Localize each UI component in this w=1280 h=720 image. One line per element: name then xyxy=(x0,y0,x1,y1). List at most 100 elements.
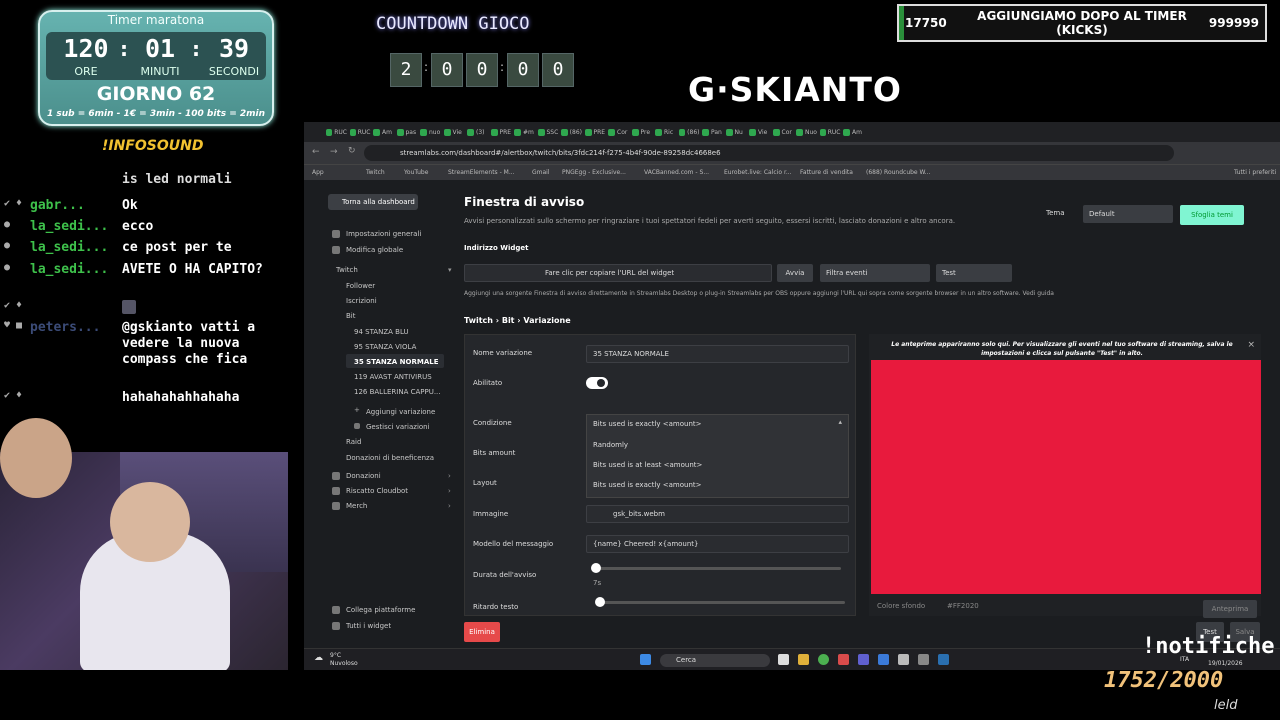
chat-username[interactable]: la_sedi... xyxy=(30,240,108,255)
bg-color-value[interactable]: #FF2020 xyxy=(947,602,979,610)
sidebar-item-iscrizioni[interactable]: Iscrizioni xyxy=(346,297,377,305)
bookmark[interactable]: VACBanned.com - S... xyxy=(644,169,709,176)
duration-slider[interactable] xyxy=(591,563,841,573)
preview-button[interactable]: Anteprima xyxy=(1203,600,1257,618)
taskbar-search[interactable]: Cerca xyxy=(660,654,770,667)
sidebar-item-riscatto[interactable]: Riscatto Cloudbot xyxy=(332,487,408,495)
chevron-right-icon[interactable]: › xyxy=(448,502,451,510)
browser-tab[interactable]: Nuo xyxy=(796,125,817,139)
bookmark[interactable]: Eurobet.live: Calcio r... xyxy=(724,169,792,176)
browser-tab[interactable]: PRE xyxy=(584,125,606,139)
chat-username[interactable]: la_sedi... xyxy=(30,219,108,234)
bookmark[interactable]: (688) Roundcube W... xyxy=(866,169,931,176)
sidebar-item-donazioni-beneficenza[interactable]: Donazioni di beneficenza xyxy=(346,454,434,462)
discord-icon[interactable] xyxy=(858,654,869,665)
browser-tab[interactable]: (86) xyxy=(561,125,582,139)
browser-tab[interactable]: Pre xyxy=(631,125,653,139)
chevron-right-icon[interactable]: › xyxy=(448,487,451,495)
browser-tab[interactable]: RUC xyxy=(349,125,371,139)
browser-tab[interactable]: nuo xyxy=(420,125,441,139)
dropdown-option[interactable]: Bits used is at least <amount> xyxy=(593,461,702,469)
launch-button[interactable]: Avvia xyxy=(777,264,813,282)
sidebar-item-merch[interactable]: Merch xyxy=(332,502,367,510)
bookmark[interactable]: YouTube xyxy=(404,169,428,176)
browser-tab[interactable]: SSC xyxy=(537,125,559,139)
close-icon[interactable]: × xyxy=(1247,340,1255,350)
browser-tab[interactable]: Am xyxy=(373,125,394,139)
chrome-icon[interactable] xyxy=(818,654,829,665)
folder-icon[interactable] xyxy=(798,654,809,665)
forward-icon[interactable]: → xyxy=(330,147,338,157)
reload-icon[interactable]: ↻ xyxy=(348,146,356,156)
browser-tab[interactable]: Vie xyxy=(443,125,465,139)
bookmark[interactable]: PNGEgg - Exclusive... xyxy=(562,169,626,176)
browser-tab[interactable]: Nu xyxy=(725,125,747,139)
bookmark[interactable]: Twitch xyxy=(366,169,385,176)
sidebar-item-collega[interactable]: Collega piattaforme xyxy=(332,606,415,614)
browser-tab[interactable]: Ric xyxy=(655,125,676,139)
sidebar-item-follower[interactable]: Follower xyxy=(346,282,375,290)
browser-tab[interactable]: PRE xyxy=(490,125,512,139)
sidebar-variation[interactable]: 95 STANZA VIOLA xyxy=(354,343,416,351)
sidebar-item-raid[interactable]: Raid xyxy=(346,438,361,446)
browser-tab[interactable]: Vie xyxy=(749,125,770,139)
sidebar-variation[interactable]: 126 BALLERINA CAPPU... xyxy=(354,388,441,396)
chevron-up-icon[interactable]: ▴ xyxy=(838,418,842,426)
message-template-input[interactable]: {name} Cheered! x{amount} xyxy=(586,535,849,553)
manage-variations-button[interactable]: Gestisci variazioni xyxy=(354,423,430,431)
filter-events-select[interactable]: Filtra eventi xyxy=(820,264,930,282)
browser-tab[interactable]: (86) xyxy=(678,125,700,139)
sidebar-item-twitch[interactable]: Twitch xyxy=(336,266,358,274)
browse-themes-button[interactable]: Sfoglia temi xyxy=(1180,205,1244,225)
app-icon[interactable] xyxy=(878,654,889,665)
enabled-toggle[interactable] xyxy=(586,377,608,389)
chat-username[interactable]: peters... xyxy=(30,320,100,335)
sidebar-variation[interactable]: 119 AVAST ANTIVIRUS xyxy=(354,373,432,381)
bookmark[interactable]: Fatture di vendita xyxy=(800,169,853,176)
variation-name-input[interactable]: 35 STANZA NORMALE xyxy=(586,345,849,363)
chat-username[interactable]: gabr... xyxy=(30,198,85,213)
bookmark[interactable]: App xyxy=(312,169,324,176)
start-icon[interactable] xyxy=(640,654,651,665)
image-file-field[interactable]: gsk_bits.webm xyxy=(586,505,849,523)
browser-tab[interactable]: pas xyxy=(396,125,418,139)
app-icon[interactable] xyxy=(838,654,849,665)
chevron-right-icon[interactable]: › xyxy=(448,472,451,480)
widget-url-field[interactable]: Fare clic per copiare l'URL del widget xyxy=(464,264,772,282)
browser-tab[interactable]: Am xyxy=(843,125,864,139)
browser-tab[interactable]: Pan xyxy=(702,125,723,139)
url-input[interactable]: streamlabs.com/dashboard#/alertbox/twitc… xyxy=(364,145,1174,161)
theme-select[interactable]: Default xyxy=(1083,205,1173,223)
chat-username[interactable]: la_sedi... xyxy=(30,262,108,277)
browser-tab[interactable]: RUC xyxy=(819,125,841,139)
browser-tab[interactable]: #m xyxy=(514,125,535,139)
sidebar-variation-active[interactable]: 35 STANZA NORMALE xyxy=(354,358,438,366)
slider-knob[interactable] xyxy=(595,597,605,607)
browser-tab[interactable]: Cor xyxy=(772,125,794,139)
taskview-icon[interactable] xyxy=(778,654,789,665)
browser-tab[interactable]: RUC xyxy=(326,125,347,139)
back-icon[interactable]: ← xyxy=(312,147,320,157)
sidebar-variation[interactable]: 94 STANZA BLU xyxy=(354,328,409,336)
settings-icon[interactable] xyxy=(918,654,929,665)
bookmark[interactable]: Gmail xyxy=(532,169,550,176)
browser-tab[interactable]: Cor xyxy=(608,125,629,139)
test-select[interactable]: Test xyxy=(936,264,1012,282)
condition-selected[interactable]: Bits used is exactly <amount> xyxy=(593,420,702,428)
back-to-dashboard-button[interactable]: Torna alla dashboard xyxy=(328,194,418,210)
app-icon[interactable] xyxy=(898,654,909,665)
bookmark[interactable]: Tutti i preferiti xyxy=(1234,169,1276,176)
sidebar-item-donazioni[interactable]: Donazioni xyxy=(332,472,381,480)
chevron-down-icon[interactable]: ▾ xyxy=(448,266,452,274)
sidebar-item-bit[interactable]: Bit xyxy=(346,312,356,320)
dropdown-option[interactable]: Randomly xyxy=(593,441,628,449)
bookmark[interactable]: StreamElements - M... xyxy=(448,169,515,176)
condition-dropdown[interactable]: Bits used is exactly <amount> ▴ Randomly… xyxy=(586,414,849,498)
text-delay-slider[interactable] xyxy=(595,597,845,607)
slider-knob[interactable] xyxy=(591,563,601,573)
dropdown-option[interactable]: Bits used is exactly <amount> xyxy=(593,481,702,489)
sidebar-item-tutti-widget[interactable]: Tutti i widget xyxy=(332,622,391,630)
sidebar-item-modifica[interactable]: Modifica globale xyxy=(332,246,403,254)
browser-tab[interactable]: (3) xyxy=(467,125,488,139)
add-variation-button[interactable]: + Aggiungi variazione xyxy=(354,406,435,416)
